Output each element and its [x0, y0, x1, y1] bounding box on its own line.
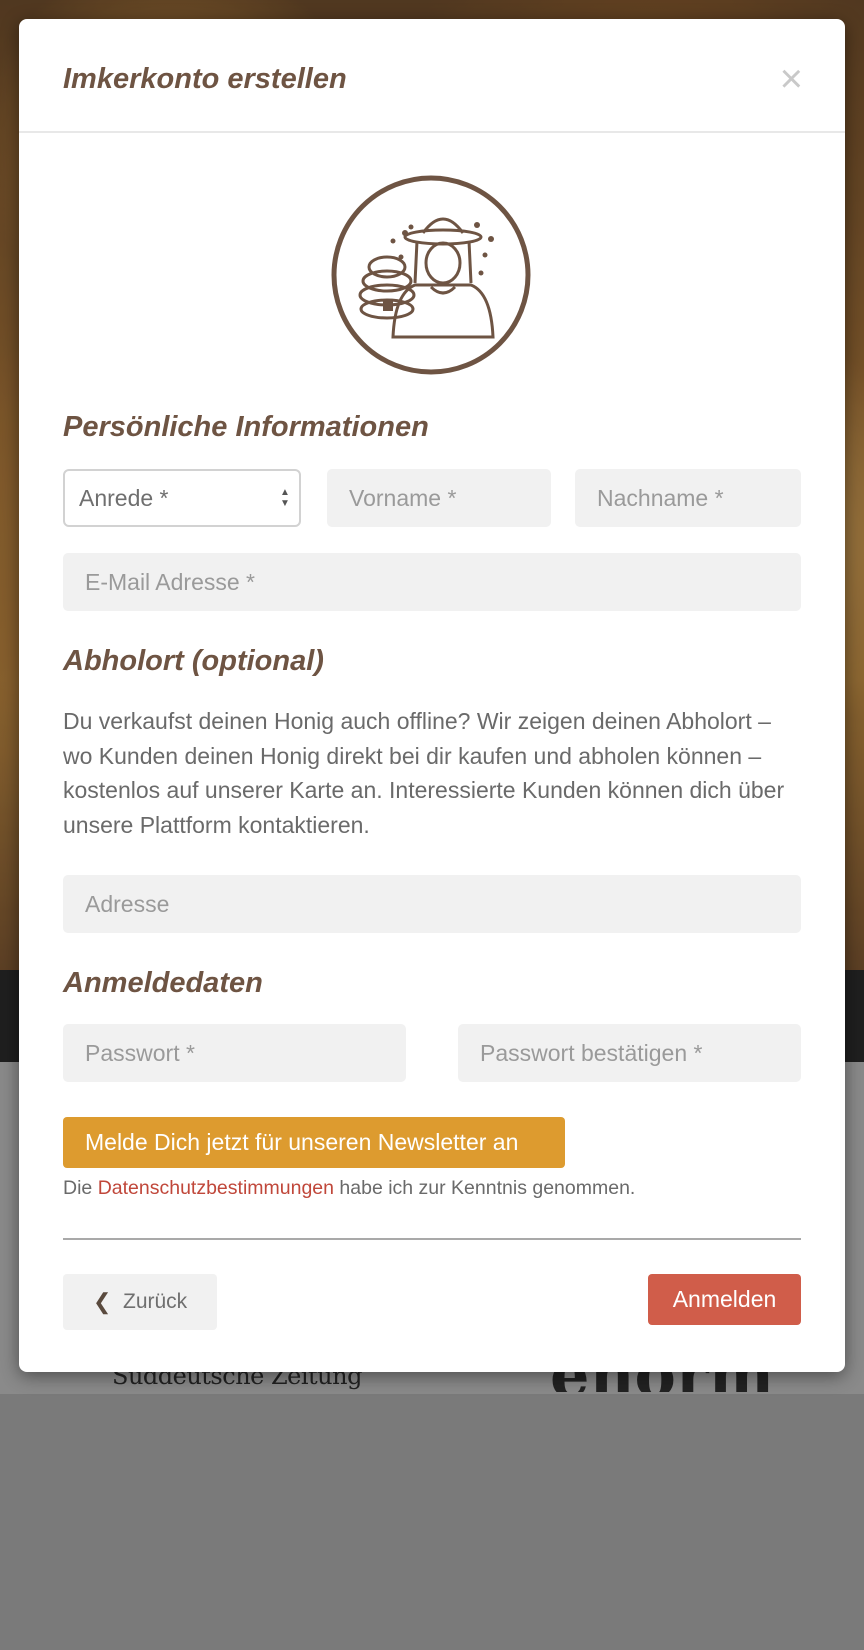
- privacy-suffix: habe ich zur Kenntnis genommen.: [339, 1177, 636, 1199]
- privacy-notice: Die Datenschutzbestimmungen habe ich zur…: [63, 1177, 635, 1200]
- salutation-select[interactable]: Anrede * ▲ ▼: [63, 469, 301, 527]
- salutation-value: Anrede *: [79, 485, 169, 511]
- signup-modal: Imkerkonto erstellen × Persönliche Infor…: [19, 19, 845, 1372]
- section-title-pickup: Abholort (optional): [63, 645, 324, 677]
- first-name-input[interactable]: Vorname *: [327, 469, 551, 527]
- select-arrows-icon: ▲ ▼: [280, 487, 290, 509]
- beekeeper-icon: [331, 175, 531, 375]
- newsletter-button[interactable]: Melde Dich jetzt für unseren Newsletter …: [63, 1117, 565, 1168]
- footer-divider: [63, 1238, 801, 1240]
- section-title-personal: Persönliche Informationen: [63, 411, 429, 443]
- modal-title: Imkerkonto erstellen: [63, 63, 347, 95]
- close-icon[interactable]: ×: [780, 59, 803, 99]
- privacy-link[interactable]: Datenschutzbestimmungen: [98, 1177, 334, 1199]
- submit-button[interactable]: Anmelden: [648, 1274, 801, 1325]
- pickup-description: Du verkaufst deinen Honig auch offline? …: [63, 708, 785, 838]
- modal-header: Imkerkonto erstellen ×: [19, 19, 845, 133]
- privacy-prefix: Die: [63, 1177, 93, 1199]
- email-input[interactable]: E-Mail Adresse *: [63, 553, 801, 611]
- last-name-input[interactable]: Nachname *: [575, 469, 801, 527]
- address-input[interactable]: Adresse: [63, 875, 801, 933]
- back-label: Zurück: [123, 1290, 188, 1313]
- password-input[interactable]: Passwort *: [63, 1024, 406, 1082]
- section-title-login: Anmeldedaten: [63, 967, 263, 999]
- back-button[interactable]: ❮ Zurück: [63, 1274, 217, 1330]
- password-confirm-input[interactable]: Passwort bestätigen *: [458, 1024, 801, 1082]
- chevron-left-icon: ❮: [93, 1289, 112, 1314]
